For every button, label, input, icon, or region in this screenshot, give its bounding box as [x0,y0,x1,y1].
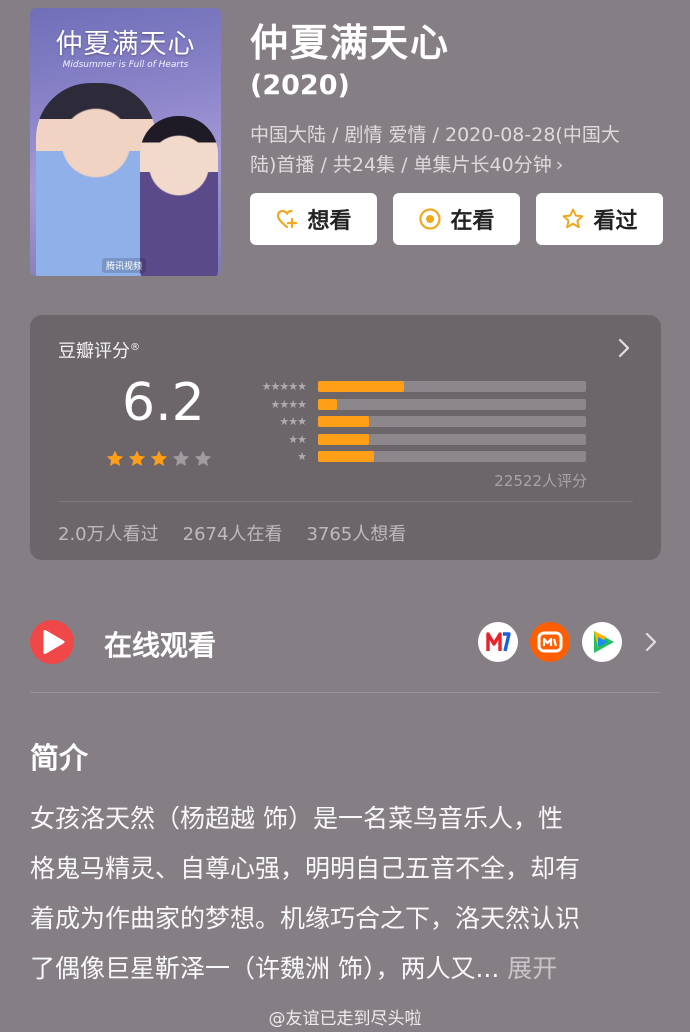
rating-card[interactable]: 豆瓣评分® 6.2 ★★★★★ ★★★★ ★★★ ★★ ★ 22522人评分 2.0万人… [30,315,661,560]
intro-title: 简介 [30,741,89,775]
histo-star-label: ★★★★★ [261,380,307,394]
chevron-right-icon[interactable] [617,337,631,359]
star-filled-icon [106,450,124,466]
intro-line: 了偶像巨星靳泽一（许魏洲 饰），两人又... [30,954,500,983]
expand-link[interactable]: 展开 [507,954,557,983]
histo-track [318,451,586,463]
histo-bar [318,416,369,428]
histo-row: ★★★ [240,413,586,431]
star-filled-icon [150,450,168,466]
heart-plus-icon [277,209,298,229]
star-outline-icon [563,208,584,229]
online-watch-label: 在线观看 [104,629,217,662]
tencent-video-logo-icon [594,631,614,653]
histo-star-label: ★★★ [279,415,307,429]
star-filled-icon [128,450,146,466]
online-watch-row[interactable]: 在线观看 [30,618,661,668]
audience-stats: 2.0万人看过 2674人在看 3765人想看 [58,520,406,546]
watermark: @友谊已走到尽头啦 [268,1009,422,1029]
tencent-video-icon[interactable] [582,622,622,662]
rating-label: 豆瓣评分® [58,337,140,363]
meta-line-2-text: 陆)首播 / 共24集 / 单集片长40分钟 [250,154,552,176]
watched-count: 2.0万人看过 [58,524,159,545]
release-year: (2020) [250,70,350,101]
watching-button[interactable]: 在看 [393,193,520,245]
histo-row: ★★★★★ [240,378,586,396]
mgtv-logo-icon [486,632,511,652]
registered-mark: ® [130,342,140,353]
watching-label: 在看 [450,209,495,234]
histo-row: ★ [240,448,586,466]
histo-track [318,416,586,428]
histo-bar [318,381,404,393]
chevron-right-icon[interactable] [645,631,657,653]
mangotv-logo-icon [537,631,563,653]
page-title: 仲夏满天心 [250,21,451,65]
intro-line: 格鬼马精灵、自尊心强，明明自己五音不全，却有 [30,854,581,883]
intro-line: 女孩洛天然（杨超越 饰）是一名菜鸟音乐人，性 [30,804,563,833]
mgtv-icon[interactable] [478,622,518,662]
action-buttons: 想看 在看 看过 [250,193,663,245]
rating-label-text: 豆瓣评分 [58,341,130,362]
histo-bar [318,451,375,463]
star-empty-icon [172,450,190,466]
meta-line-2: 陆)首播 / 共24集 / 单集片长40分钟 › [250,150,670,180]
want-count: 3765人想看 [306,524,407,545]
want-label: 想看 [307,209,352,234]
meta-line-1: 中国大陆 / 剧情 爱情 / 2020-08-28(中国大 [250,124,620,146]
section-divider [30,692,661,693]
rating-divider [58,501,633,502]
histo-star-label: ★ [297,450,307,464]
target-icon [419,208,442,230]
rating-stars [105,449,213,469]
histo-star-label: ★★★★ [270,397,307,411]
histo-bar [318,433,369,445]
chevron-right-icon: › [555,154,564,176]
watching-count: 2674人在看 [182,524,283,545]
want-button[interactable]: 想看 [250,193,377,245]
intro-text: 女孩洛天然（杨超越 饰）是一名菜鸟音乐人，性 格鬼马精灵、自尊心强，明明自己五音… [30,794,670,994]
poster-figure-girl [140,116,218,276]
rating-distribution: ★★★★★ ★★★★ ★★★ ★★ ★ [240,378,586,466]
histo-track [318,433,586,445]
raters-count: 22522人评分 [494,472,587,490]
watched-label: 看过 [593,209,638,234]
histo-row: ★★★★ [240,396,586,414]
meta-info[interactable]: 中国大陆 / 剧情 爱情 / 2020-08-28(中国大 陆)首播 / 共24… [250,120,670,180]
movie-detail-page: 仲夏满天心 Midsummer is Full of Hearts 腾讯视频 仲… [0,0,690,1032]
histo-bar [318,398,337,410]
poster-figure-boy [36,83,156,276]
intro-line: 着成为作曲家的梦想。机缘巧合之下，洛天然认识 [30,904,581,933]
mangotv-icon[interactable] [530,622,570,662]
histo-row: ★★ [240,431,586,449]
histo-star-label: ★★ [288,432,307,446]
poster-subtitle-art: Midsummer is Full of Hearts [62,60,189,70]
intro-line-last: 了偶像巨星靳泽一（许魏洲 饰），两人又... 展开 [30,944,670,994]
watched-button[interactable]: 看过 [536,193,663,245]
rating-score: 6.2 [122,373,205,433]
poster-title-art: 仲夏满天心 [55,29,196,60]
histo-track [318,381,586,393]
poster-logo: 腾讯视频 [102,258,147,273]
poster-image[interactable]: 仲夏满天心 Midsummer is Full of Hearts 腾讯视频 [30,8,221,276]
histo-track [318,398,586,410]
play-icon [30,620,74,664]
star-empty-icon [194,450,212,466]
